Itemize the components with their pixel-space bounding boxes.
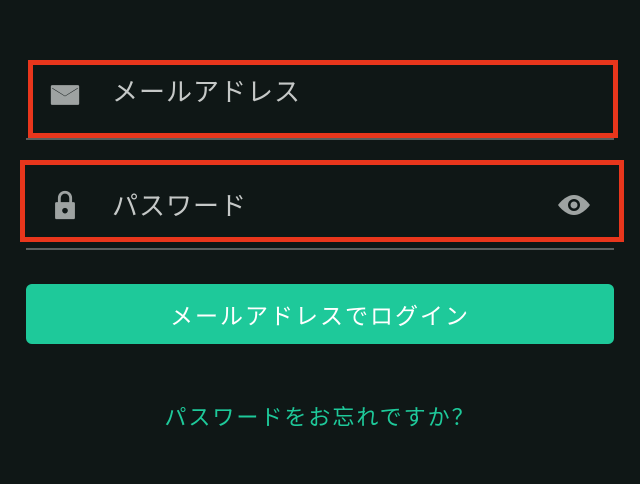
login-screen: メールアドレス パスワード メールアドレスでログイン パスワードをお忘れですか？ bbox=[0, 0, 640, 484]
password-field[interactable]: パスワード bbox=[20, 160, 624, 250]
email-highlight-box bbox=[28, 60, 618, 138]
password-underline bbox=[26, 248, 614, 250]
email-underline bbox=[26, 138, 614, 140]
email-login-button[interactable]: メールアドレスでログイン bbox=[26, 284, 614, 344]
forgot-password-link[interactable]: パスワードをお忘れですか？ bbox=[0, 400, 640, 432]
email-field[interactable]: メールアドレス bbox=[26, 58, 618, 140]
password-highlight-box bbox=[20, 160, 624, 242]
